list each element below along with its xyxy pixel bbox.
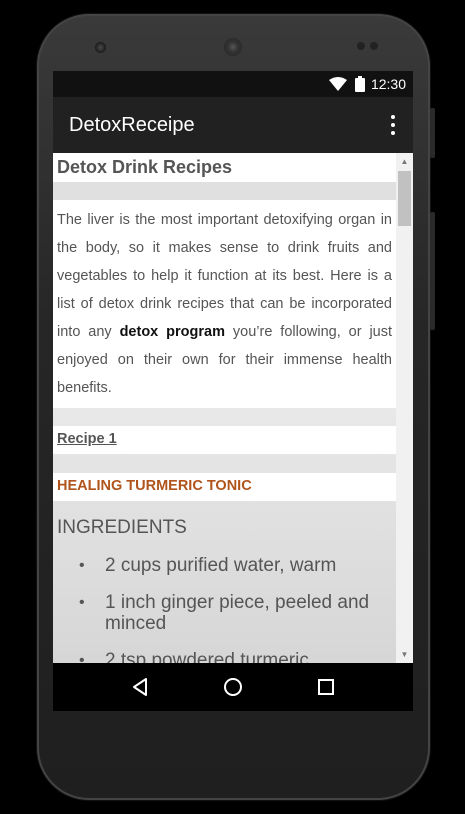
webview-content[interactable]: Detox Drink Recipes The liver is the mos… [53, 153, 396, 663]
list-item: • 2 tsp powdered turmeric [79, 650, 396, 663]
page-title: Detox Drink Recipes [57, 157, 233, 177]
intro-text-start: The liver is the most important detoxify… [57, 212, 392, 340]
scroll-up-arrow-icon[interactable]: ▲ [400, 157, 409, 166]
status-time: 12:30 [370, 76, 406, 92]
back-icon[interactable] [128, 675, 152, 699]
bullet-icon: • [79, 557, 85, 574]
battery-icon [354, 76, 365, 92]
bullet-icon: • [79, 594, 85, 611]
ingredients-list: • 2 cups purified water, warm • 1 inch gin… [53, 555, 396, 663]
recipe-label-block: Recipe 1 [53, 426, 396, 454]
navigation-bar [53, 663, 413, 711]
recents-icon[interactable] [314, 675, 338, 699]
bullet-icon: • [79, 652, 85, 663]
scrollbar[interactable]: ▲ ▼ [396, 153, 413, 663]
volume-button [430, 212, 435, 330]
overflow-menu-icon[interactable] [385, 113, 401, 137]
ingredient-text: 2 cups purified water, warm [105, 555, 337, 576]
scroll-thumb[interactable] [398, 171, 411, 226]
detox-program-link[interactable]: detox program [120, 324, 225, 340]
divider-strip [53, 182, 396, 200]
recipe-title: HEALING TURMERIC TONIC [57, 478, 252, 494]
earpiece-speaker [224, 38, 242, 56]
intro-paragraph: The liver is the most important detoxify… [53, 200, 396, 408]
ingredients-heading: INGREDIENTS [57, 517, 187, 538]
list-item: • 1 inch ginger piece, peeled and minced [79, 592, 396, 634]
ingredient-text: 2 tsp powdered turmeric [105, 650, 309, 663]
status-bar: 12:30 [53, 71, 413, 97]
proximity-sensor [357, 42, 365, 50]
recipe-label: Recipe 1 [57, 431, 117, 447]
front-camera [95, 42, 106, 53]
list-item: • 2 cups purified water, warm [79, 555, 396, 576]
light-sensor [370, 42, 378, 50]
app-title: DetoxReceipe [69, 113, 195, 136]
heading-block: Detox Drink Recipes [53, 153, 396, 182]
app-bar: DetoxReceipe [53, 97, 413, 153]
recipe-title-block: HEALING TURMERIC TONIC [53, 473, 396, 501]
wifi-icon [328, 77, 347, 91]
home-icon[interactable] [221, 675, 245, 699]
screen: 12:30 DetoxReceipe Detox Drink Recipes T… [53, 71, 413, 711]
scroll-down-arrow-icon[interactable]: ▼ [400, 650, 409, 659]
ingredient-text: 1 inch ginger piece, peeled and minced [105, 592, 370, 634]
power-button [430, 108, 435, 158]
